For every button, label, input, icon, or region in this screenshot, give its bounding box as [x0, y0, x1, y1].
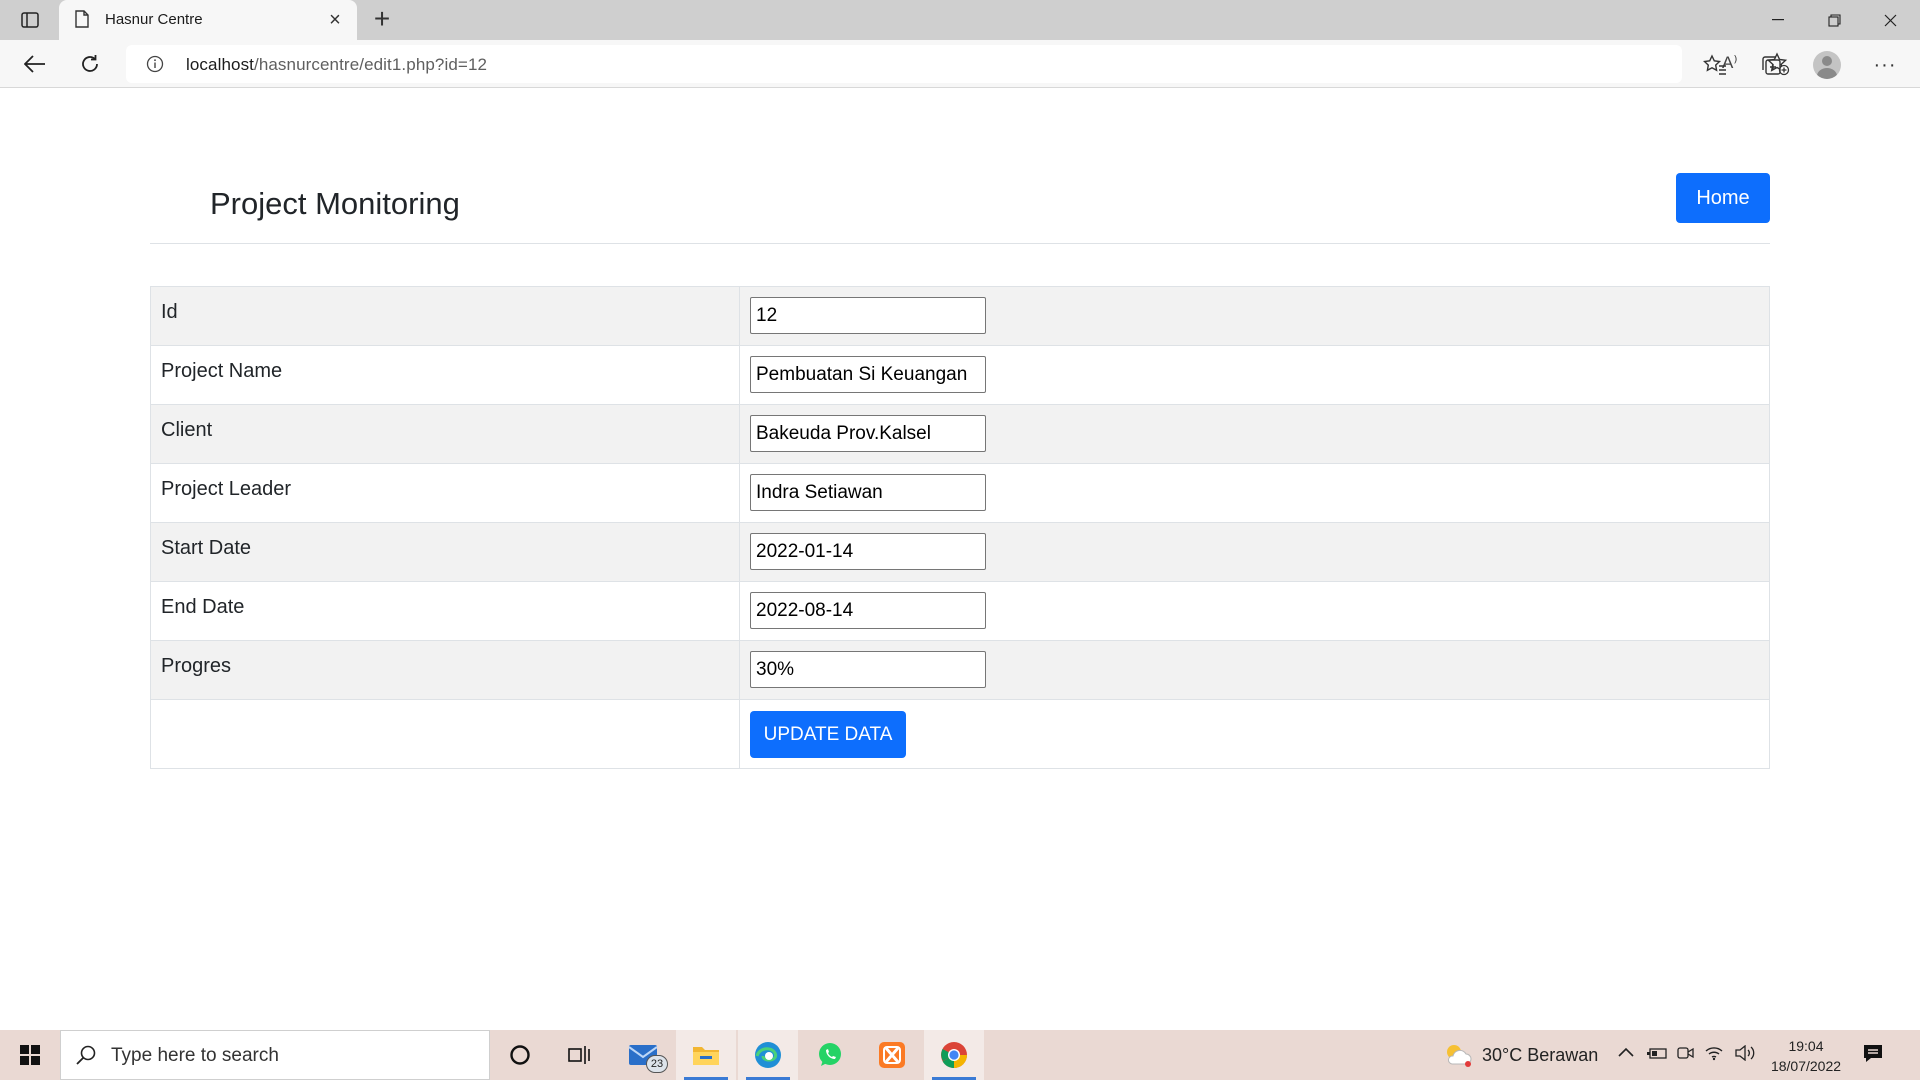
form-row-end-date: End Date: [150, 581, 1770, 641]
weather-widget[interactable]: 30°C Berawan: [1444, 1030, 1598, 1080]
update-data-button[interactable]: UPDATE DATA: [750, 711, 906, 758]
field-label: Client: [150, 404, 740, 464]
address-bar: localhost/hasnurcentre/edit1.php?id=12 A…: [0, 40, 1920, 88]
field-label: Id: [150, 286, 740, 346]
field-label: End Date: [150, 581, 740, 641]
windows-start-icon[interactable]: [0, 1030, 60, 1080]
battery-icon[interactable]: [1646, 1045, 1668, 1066]
system-clock[interactable]: 19:04 18/07/2022: [1766, 1036, 1846, 1076]
site-info-icon[interactable]: [146, 55, 164, 78]
notifications-icon[interactable]: [1862, 1042, 1884, 1069]
weather-text: 30°C Berawan: [1482, 1044, 1599, 1065]
collections-icon[interactable]: [1756, 50, 1786, 80]
mail-badge: 23: [646, 1055, 668, 1073]
page-content: Project Monitoring Home Id Project Name: [0, 89, 1920, 1030]
end-date-field[interactable]: [750, 592, 986, 629]
start-date-field[interactable]: [750, 533, 986, 570]
avatar-icon: [1813, 51, 1841, 79]
edge-icon[interactable]: [738, 1030, 798, 1080]
form-row-project-name: Project Name: [150, 345, 1770, 405]
field-cell: [739, 286, 1770, 346]
back-button[interactable]: [18, 48, 52, 80]
volume-icon[interactable]: [1734, 1044, 1756, 1066]
taskbar-search-box[interactable]: Type here to search: [60, 1030, 490, 1080]
field-label: Start Date: [150, 522, 740, 582]
project-name-field[interactable]: [750, 356, 986, 393]
restore-window-button[interactable]: [1806, 0, 1862, 40]
form-row-project-leader: Project Leader: [150, 463, 1770, 523]
field-cell: [739, 345, 1770, 405]
new-tab-button[interactable]: +: [366, 4, 398, 36]
field-label: Progres: [150, 640, 740, 700]
weather-icon: [1447, 1045, 1472, 1067]
url-text: localhost/hasnurcentre/edit1.php?id=12: [186, 55, 487, 75]
field-cell: [739, 581, 1770, 641]
form-row-start-date: Start Date: [150, 522, 1770, 582]
xampp-icon[interactable]: [862, 1030, 922, 1080]
form-row-submit: UPDATE DATA: [150, 699, 1770, 769]
edit-project-form: Id Project Name Client: [150, 286, 1770, 769]
field-label: Project Name: [150, 345, 740, 405]
form-row-client: Client: [150, 404, 1770, 464]
more-options-icon[interactable]: ···: [1870, 50, 1900, 80]
wifi-icon[interactable]: [1704, 1045, 1724, 1066]
tab-actions-icon[interactable]: [14, 8, 46, 32]
show-hidden-icons-icon[interactable]: [1618, 1045, 1634, 1063]
task-view-icon[interactable]: [550, 1030, 610, 1080]
clock-time: 19:04: [1788, 1038, 1824, 1054]
close-window-button[interactable]: [1862, 0, 1918, 40]
page-header: Project Monitoring Home: [150, 173, 1770, 244]
submit-cell: UPDATE DATA: [739, 699, 1770, 769]
tab-title: Hasnur Centre: [105, 11, 203, 28]
mail-icon[interactable]: 23: [614, 1030, 674, 1080]
close-tab-icon[interactable]: ×: [323, 7, 347, 33]
client-field[interactable]: [750, 415, 986, 452]
browser-tab[interactable]: Hasnur Centre ×: [59, 0, 357, 40]
windows-taskbar: Type here to search 23 30°C Berawan 19:0…: [0, 1030, 1920, 1080]
id-field[interactable]: [750, 297, 986, 334]
url-path: /hasnurcentre/edit1.php?id=12: [254, 55, 488, 74]
url-field[interactable]: localhost/hasnurcentre/edit1.php?id=12 A…: [126, 45, 1790, 83]
progres-field[interactable]: [750, 651, 986, 688]
form-row-progres: Progres: [150, 640, 1770, 700]
favorites-icon[interactable]: [1700, 50, 1730, 80]
cortana-icon[interactable]: [490, 1030, 550, 1080]
field-cell: [739, 522, 1770, 582]
whatsapp-icon[interactable]: [800, 1030, 860, 1080]
chrome-icon[interactable]: [924, 1030, 984, 1080]
field-cell: [739, 404, 1770, 464]
page-icon: [75, 10, 89, 33]
file-explorer-icon[interactable]: [676, 1030, 736, 1080]
page-title: Project Monitoring: [210, 186, 460, 221]
search-placeholder: Type here to search: [111, 1045, 279, 1066]
url-host: localhost: [186, 55, 254, 74]
clock-date: 18/07/2022: [1770, 1058, 1842, 1074]
project-leader-field[interactable]: [750, 474, 986, 511]
meet-now-icon[interactable]: [1676, 1045, 1694, 1066]
field-label: Project Leader: [150, 463, 740, 523]
browser-tab-bar: Hasnur Centre × +: [0, 0, 1920, 40]
profile-avatar[interactable]: [1812, 50, 1842, 80]
home-button[interactable]: Home: [1676, 173, 1770, 223]
field-cell: [739, 463, 1770, 523]
search-icon: [75, 1044, 97, 1071]
form-row-id: Id: [150, 286, 1770, 346]
reload-button[interactable]: [73, 48, 107, 80]
minimize-window-button[interactable]: [1750, 0, 1806, 40]
empty-cell: [150, 699, 740, 769]
field-cell: [739, 640, 1770, 700]
